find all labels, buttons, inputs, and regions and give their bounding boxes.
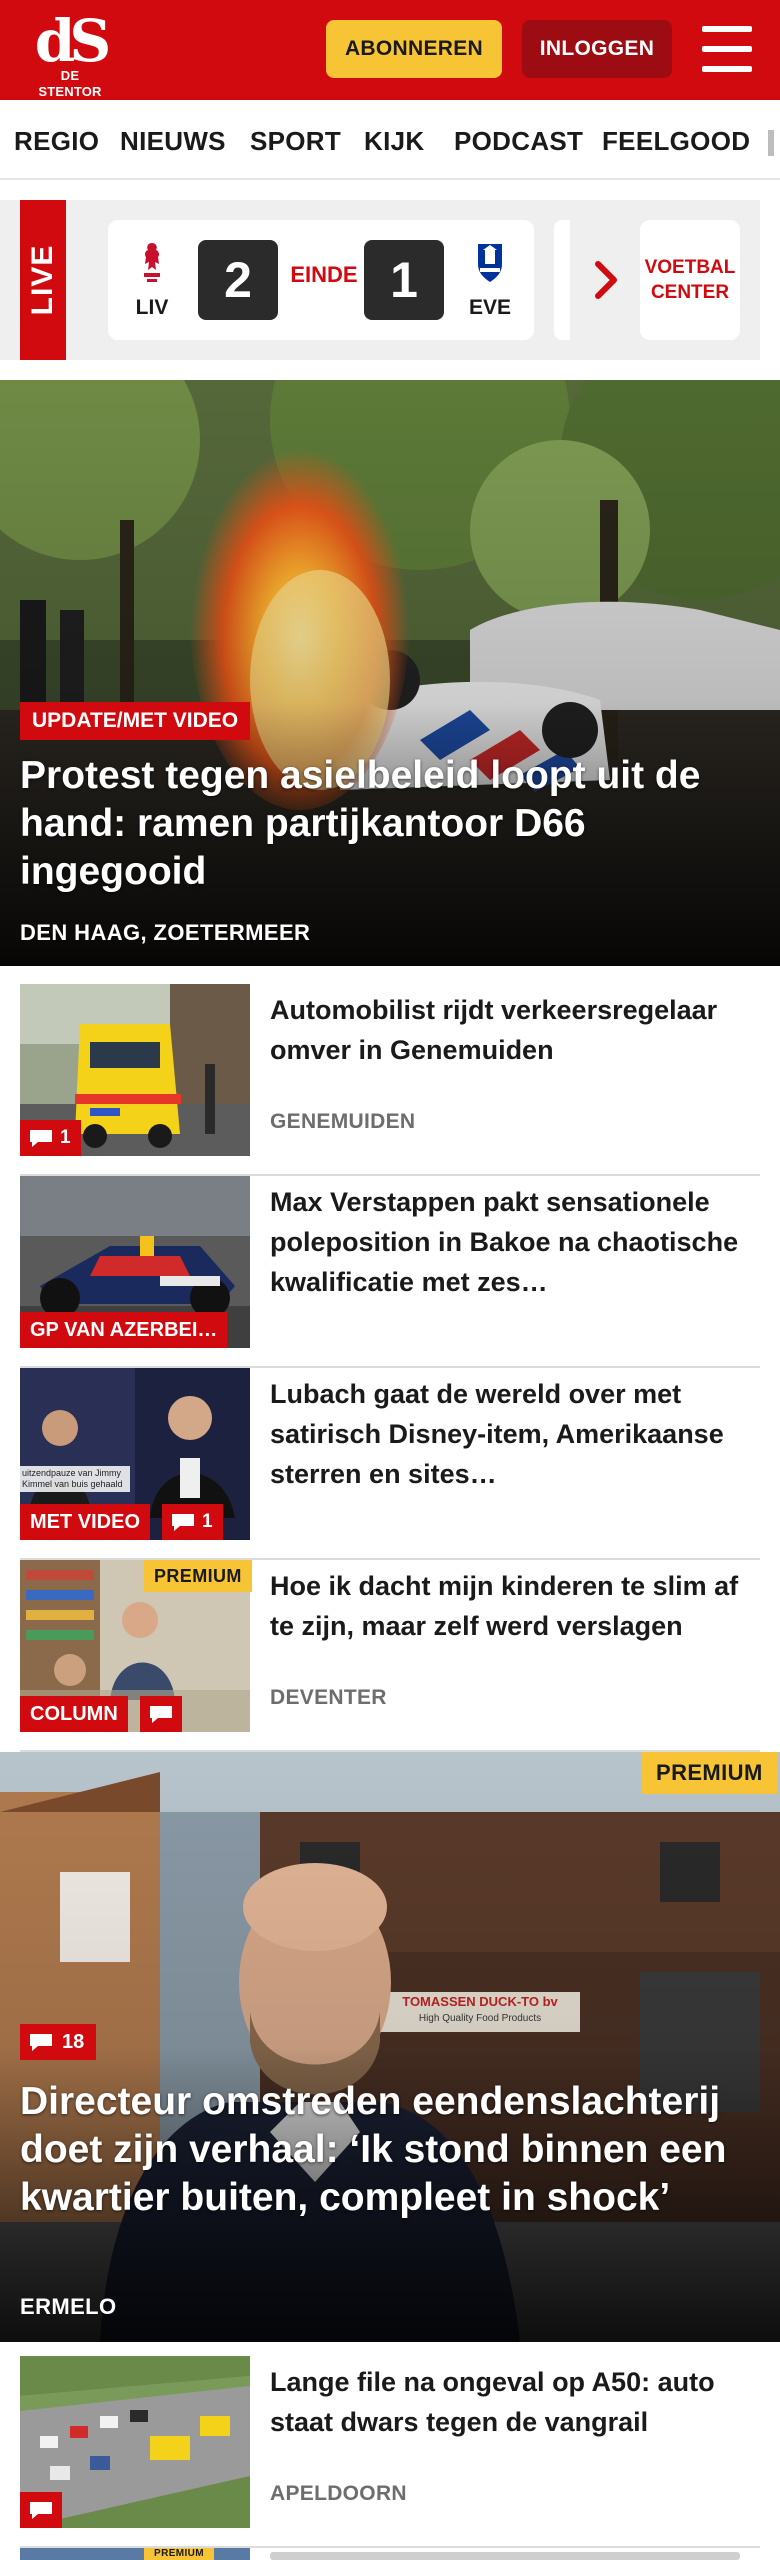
feature-title[interactable]: Directeur omstreden eendenslachte­rij do…: [20, 2078, 760, 2222]
home-score: 2: [198, 240, 278, 320]
shop-sign: TOMASSEN DUCK-TO bv High Quality Food Pr…: [380, 1992, 580, 2032]
article-location-1: GENEMUIDEN: [270, 1110, 416, 1133]
everton-crest-icon: [478, 244, 502, 282]
article-tag-2: GP VAN AZERBEI…: [20, 1312, 228, 1348]
away-team: EVE: [460, 220, 520, 340]
article-title-3[interactable]: Lubach gaat de wereld over met satirisch…: [270, 1374, 758, 1494]
nav-overflow-hint: [768, 130, 774, 156]
comment-button-4[interactable]: [140, 1696, 182, 1732]
nav-item-feelgood[interactable]: FEELGOOD: [602, 126, 750, 157]
premium-badge-feature: PREMIUM: [642, 1752, 777, 1794]
article-row-4[interactable]: PREMIUM COLUMN Hoe ik dacht mijn kindere…: [20, 1560, 760, 1752]
premium-badge-4: PREMIUM: [144, 1560, 252, 1592]
nav-item-nieuws[interactable]: NIEUWS: [120, 126, 226, 157]
article-title-4[interactable]: Hoe ik dacht mijn kinderen te slim af te…: [270, 1566, 758, 1646]
match-card[interactable]: LIV 2 EINDE 1 EVE: [108, 220, 534, 340]
away-score: 1: [364, 240, 444, 320]
football-center-link[interactable]: VOETBAL CENTER: [640, 220, 740, 340]
home-team: LIV: [122, 220, 182, 340]
nav-item-sport[interactable]: SPORT: [250, 126, 341, 157]
hamburger-icon[interactable]: [702, 26, 752, 72]
hero-location: DEN HAAG, ZOETERMEER: [20, 920, 311, 945]
next-match-card[interactable]: [554, 220, 570, 340]
article-title-6-cutoff[interactable]: [270, 2552, 740, 2560]
hero-label: UPDATE/MET VIDEO: [20, 702, 251, 740]
article-title-2[interactable]: Max Verstappen pakt sensatione­le polepo…: [270, 1182, 758, 1302]
subscribe-button[interactable]: ABONNEREN: [326, 20, 502, 78]
article-location-4: DEVENTER: [270, 1686, 387, 1709]
article-title-5[interactable]: Lange file na ongeval op A50: auto staat…: [270, 2362, 758, 2442]
site-header: dS DE STENTOR ABONNEREN INLOGGEN: [0, 0, 780, 100]
article-row-5[interactable]: Lange file na ongeval op A50: auto staat…: [20, 2356, 760, 2548]
shop-sign-text: TOMASSEN DUCK-TO bv: [402, 1994, 558, 2009]
comment-count-feature[interactable]: 18: [20, 2024, 97, 2060]
hero-title[interactable]: Protest tegen asielbeleid loopt uit de h…: [20, 752, 760, 896]
article-row-3[interactable]: uitzendpauze van Jimmy Kimmel van buis g…: [20, 1368, 760, 1560]
comment-icon: [172, 1514, 194, 1531]
login-button[interactable]: INLOGGEN: [522, 20, 672, 78]
logo-mark: dS: [34, 7, 111, 75]
comment-icon: [30, 2034, 52, 2051]
live-label: LIVE: [26, 244, 59, 316]
article-thumb-6[interactable]: PREMIUM: [20, 2548, 250, 2560]
comment-count-value: 1: [60, 1127, 71, 1148]
comment-count-value: 18: [62, 2031, 85, 2053]
premium-badge-6: PREMIUM: [144, 2548, 215, 2560]
shop-sign-sub: High Quality Food Products: [418, 2013, 542, 2024]
article-location-5: APELDOORN: [270, 2482, 407, 2505]
article-tag-4: COLUMN: [20, 1696, 128, 1732]
match-status: EINDE: [290, 262, 358, 287]
nav-item-kijk[interactable]: KIJK: [364, 126, 424, 157]
thumb-caption: uitzendpauze van Jimmy Kimmel van buis g…: [22, 1468, 123, 1489]
feature-location: ERMELO: [20, 2294, 117, 2319]
away-team-abbr: EVE: [468, 296, 512, 319]
comment-button-5[interactable]: [20, 2492, 62, 2528]
nav-item-regio[interactable]: REGIO: [14, 126, 99, 157]
article-row-1[interactable]: 1 Automobilist rijdt verkeersrege­laar o…: [20, 984, 760, 1176]
feature-article[interactable]: TOMASSEN DUCK-TO bv High Quality Food Pr…: [0, 1752, 780, 2342]
article-row-2[interactable]: GP VAN AZERBEI… Max Verstappen pakt sens…: [20, 1176, 760, 1368]
comment-icon: [30, 1130, 52, 1147]
comment-count-3[interactable]: 1: [162, 1504, 223, 1540]
liverpool-crest-icon: [144, 243, 160, 282]
comment-count-value: 1: [202, 1511, 213, 1532]
article-tag-3: MET VIDEO: [20, 1504, 151, 1540]
feature-image: [0, 1752, 780, 2342]
nav-item-podcast[interactable]: PODCAST: [454, 126, 583, 157]
live-badge: LIVE: [20, 200, 66, 360]
chevron-right-icon[interactable]: [592, 258, 622, 302]
site-logo[interactable]: dS DE STENTOR: [30, 7, 111, 99]
comment-icon: [150, 1706, 172, 1723]
section-nav: REGIO NIEUWS SPORT KIJK PODCAST FEELGOOD: [0, 100, 780, 180]
home-team-abbr: LIV: [135, 296, 169, 319]
article-title-1[interactable]: Automobilist rijdt verkeersrege­laar omv…: [270, 990, 758, 1070]
comment-count-1[interactable]: 1: [20, 1120, 81, 1156]
comment-icon: [30, 2502, 52, 2519]
